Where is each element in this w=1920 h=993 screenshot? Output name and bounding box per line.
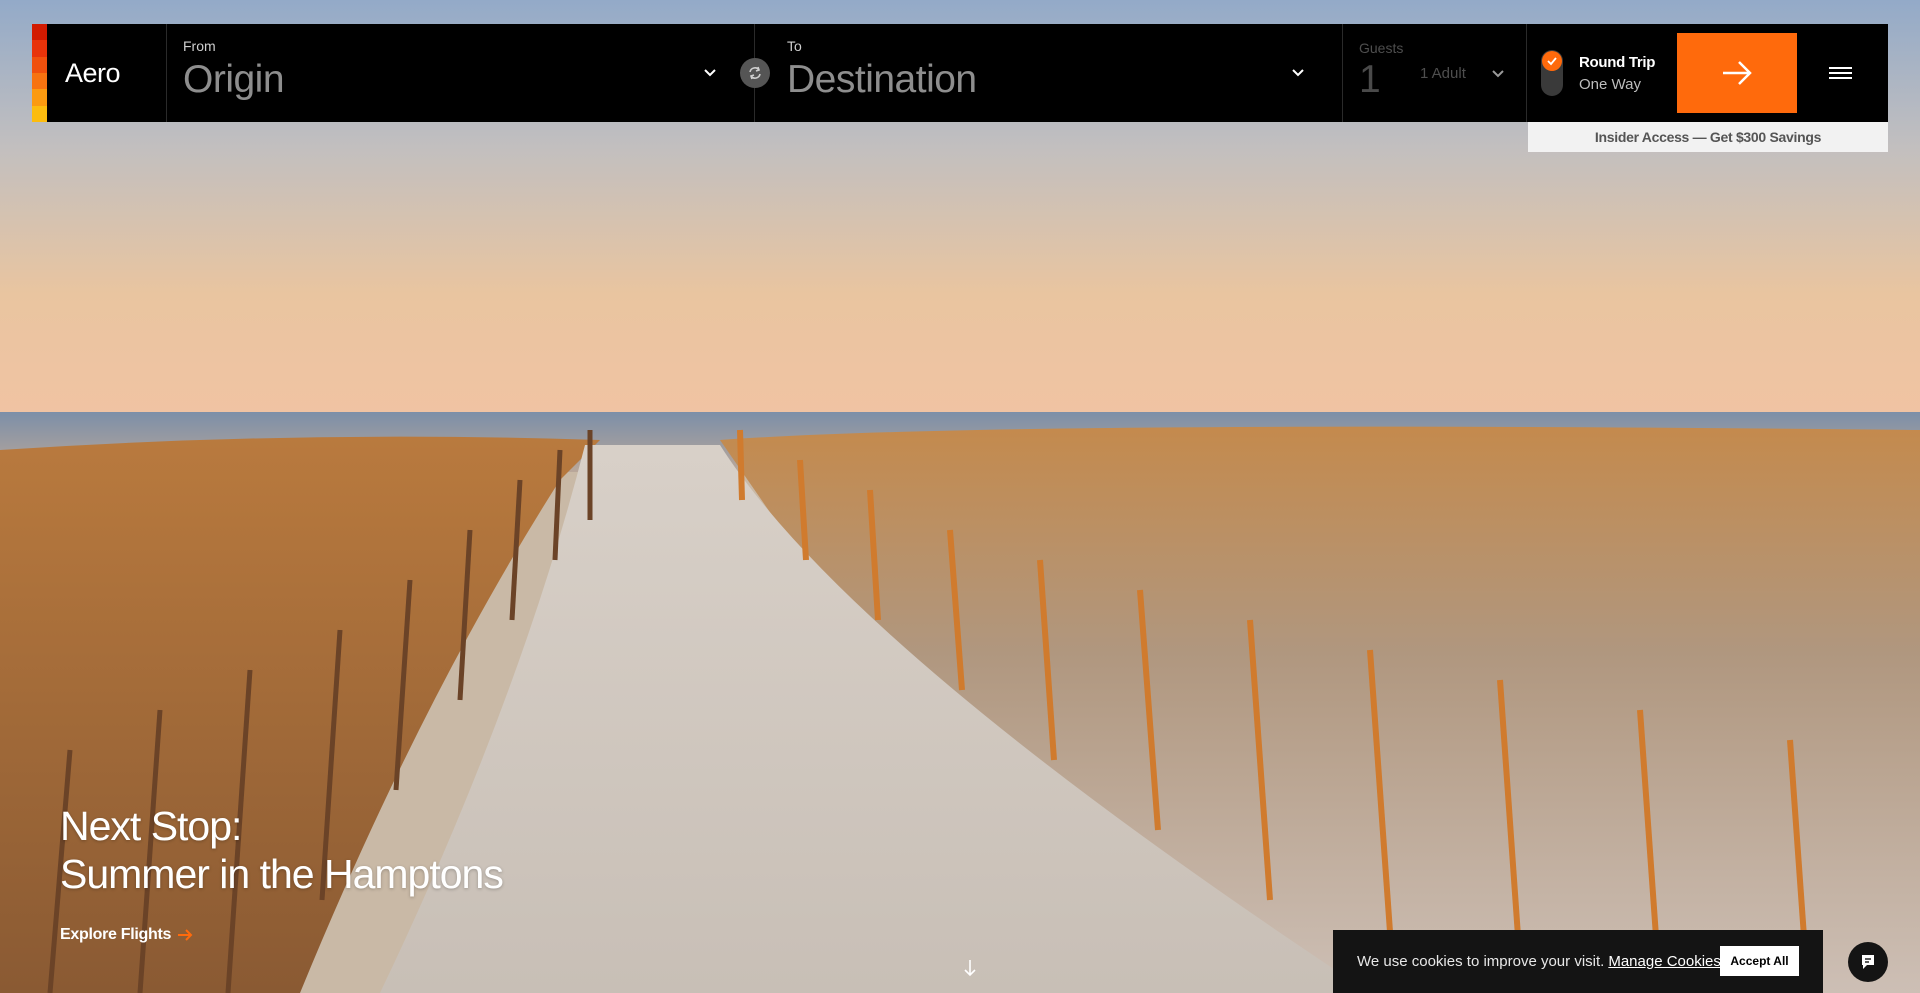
trip-option-oneway[interactable]: One Way xyxy=(1579,76,1641,93)
destination-label: To xyxy=(787,38,802,54)
arrow-right-icon xyxy=(1723,61,1752,85)
accept-cookies-button[interactable]: Accept All xyxy=(1720,946,1799,976)
brand-stripe xyxy=(32,105,47,122)
destination-field[interactable]: To Destination xyxy=(755,24,1343,122)
search-flights-button[interactable] xyxy=(1677,33,1797,113)
explore-flights-label: Explore Flights xyxy=(60,926,172,943)
explore-flights-link[interactable]: Explore Flights xyxy=(60,926,193,944)
trip-type-toggle[interactable]: Round Trip One Way xyxy=(1527,24,1677,122)
brand-logo[interactable]: Aero xyxy=(47,24,167,122)
booking-bar: Aero From Origin To Destination Guests 1… xyxy=(32,24,1888,122)
cookie-banner: We use cookies to improve your visit. Ma… xyxy=(1333,930,1823,993)
guests-detail: 1 Adult xyxy=(1420,65,1466,82)
chevron-down-icon[interactable] xyxy=(702,64,718,80)
trip-switch-knob xyxy=(1542,51,1562,71)
menu-icon xyxy=(1828,64,1852,82)
menu-button[interactable] xyxy=(1797,24,1883,122)
destination-value[interactable]: Destination xyxy=(787,58,1326,102)
chat-button[interactable] xyxy=(1848,942,1888,982)
brand-stripe xyxy=(32,89,47,106)
swap-icon xyxy=(749,66,761,80)
origin-label: From xyxy=(183,38,216,54)
arrow-right-icon xyxy=(178,929,193,941)
trip-option-round[interactable]: Round Trip xyxy=(1579,54,1655,71)
guests-field[interactable]: Guests 1 1 Adult xyxy=(1343,24,1527,122)
brand-stripe xyxy=(32,72,47,90)
swap-button[interactable] xyxy=(740,58,770,88)
hero-headline-line2: Summer in the Hamptons xyxy=(60,851,504,897)
brand-stripe xyxy=(32,40,47,57)
chevron-down-icon[interactable] xyxy=(1290,64,1306,80)
chevron-down-icon[interactable] xyxy=(1490,65,1506,81)
manage-cookies-link[interactable]: Manage Cookies xyxy=(1608,953,1721,970)
brand-stripe xyxy=(32,56,47,73)
insider-promo-link[interactable]: Insider Access — Get $300 Savings xyxy=(1528,122,1888,152)
origin-field[interactable]: From Origin xyxy=(167,24,770,122)
guests-label: Guests xyxy=(1359,40,1404,56)
check-icon xyxy=(1547,57,1557,66)
hero-headline-line1: Next Stop: xyxy=(60,803,242,849)
cookie-message: We use cookies to improve your visit. xyxy=(1357,953,1605,970)
trip-switch[interactable] xyxy=(1541,50,1563,96)
brand-stripes xyxy=(32,24,47,122)
arrow-down-icon[interactable] xyxy=(962,958,978,978)
origin-value[interactable]: Origin xyxy=(183,58,738,102)
chat-icon xyxy=(1862,955,1874,969)
hero-headline: Next Stop: Summer in the Hamptons xyxy=(60,802,504,898)
brand-stripe xyxy=(32,24,47,41)
